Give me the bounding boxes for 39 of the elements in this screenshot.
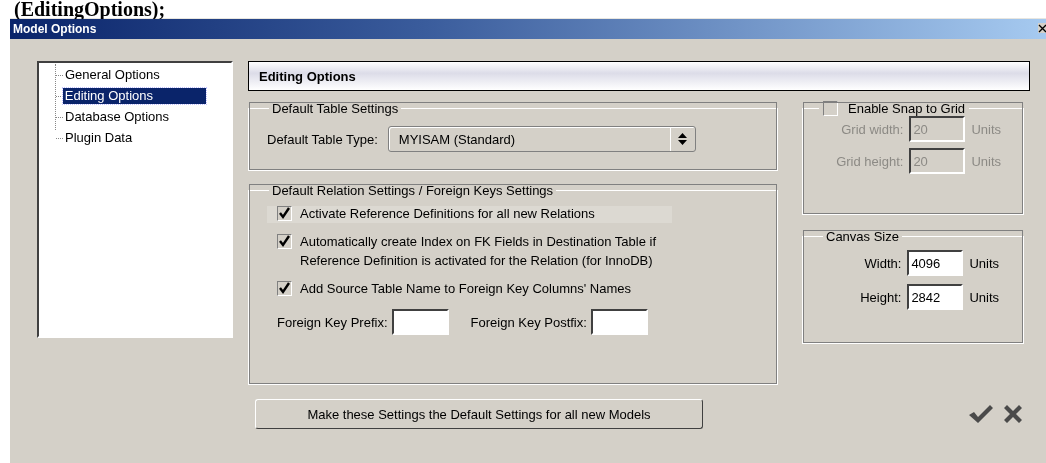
table-type-select[interactable]: MYISAM (Standard) <box>387 126 696 152</box>
unit-label: Units <box>971 153 1001 169</box>
checkmark-icon[interactable] <box>968 404 994 424</box>
checkbox[interactable] <box>277 206 292 221</box>
checkbox-label: Enable Snap to Grid <box>848 101 966 116</box>
group-title: Canvas Size <box>825 229 900 244</box>
tree-item[interactable]: Database Options <box>63 109 172 125</box>
unit-label: Units <box>969 255 999 271</box>
tree-item[interactable]: General Options <box>63 67 162 83</box>
window-title: Model Options <box>12 22 97 36</box>
checkbox[interactable] <box>277 281 292 296</box>
unit-label: Units <box>969 289 999 305</box>
field-label: Width: <box>864 255 902 271</box>
checkbox[interactable] <box>277 234 292 249</box>
make-default-button[interactable]: Make these Settings the Default Settings for all new Models <box>255 399 703 429</box>
prefix-field[interactable] <box>391 309 449 335</box>
number-field[interactable]: 4096 <box>907 250 964 276</box>
tree-item[interactable]: Editing Options <box>62 88 206 104</box>
field-label: Grid width: <box>841 121 904 137</box>
close-icon[interactable] <box>1038 23 1046 33</box>
field-label: Foreign Key Prefix: <box>277 314 388 330</box>
field-label: Height: <box>860 289 902 305</box>
field-label: Default Table Type: <box>267 131 378 147</box>
unit-label: Units <box>971 121 1001 137</box>
field-label: Grid height: <box>836 153 904 169</box>
checkbox-label: Add Source Table Name to Foreign Key Columns' Names <box>300 280 631 298</box>
tree-item[interactable]: Plugin Data <box>63 130 135 146</box>
checkbox-label: Automatically create Index on FK Fields in Destination Table if Reference Definition is activated for the Relation (for InnoDB) <box>300 233 656 270</box>
group-title: Default Table Settings <box>271 101 400 116</box>
document-heading: (EditingOptions); <box>13 0 167 18</box>
spinner-arrows-icon <box>678 133 688 145</box>
field-label: Foreign Key Postfix: <box>470 314 587 330</box>
cross-icon[interactable] <box>1002 404 1024 424</box>
group-title: Default Relation Settings / Foreign Keys Settings <box>271 183 555 198</box>
panel-title: Editing Options <box>259 68 356 84</box>
postfix-field[interactable] <box>590 309 648 335</box>
checkbox[interactable] <box>823 101 838 116</box>
checkbox-label: Activate Reference Definitions for all new Relations <box>300 205 595 223</box>
number-field[interactable]: 2842 <box>907 284 964 310</box>
